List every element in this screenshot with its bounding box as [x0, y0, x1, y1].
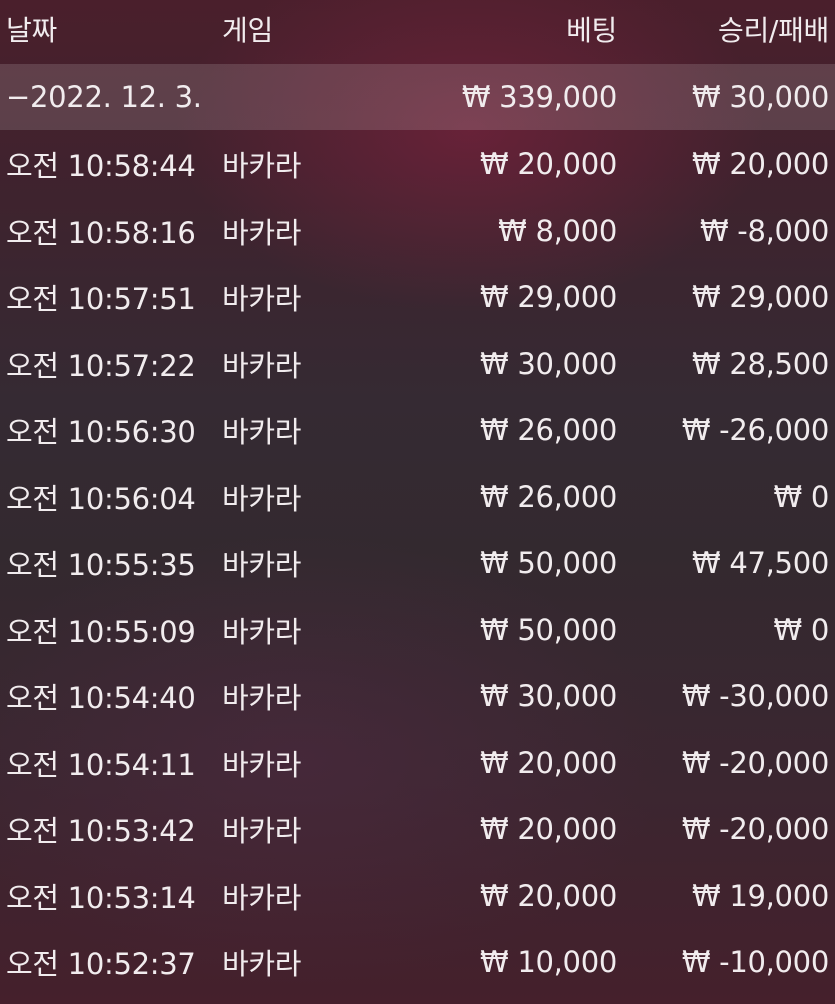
- row-result: ₩ -30,000: [681, 679, 829, 714]
- row-bet: ₩ 29,000: [480, 280, 617, 315]
- group-bet-total: ₩ 339,000: [461, 80, 617, 114]
- row-bet: ₩ 8,000: [498, 213, 617, 248]
- row-game: 바카라: [222, 149, 302, 184]
- header-result[interactable]: 승리/패배: [718, 0, 829, 64]
- row-game: 바카라: [222, 215, 302, 250]
- row-result: ₩ 20,000: [692, 147, 829, 182]
- table-row[interactable]: 오전 10:54:11 바카라 ₩ 20,000 ₩ -20,000: [0, 729, 835, 796]
- row-game: 바카라: [222, 814, 302, 849]
- row-time: 오전 10:54:40: [6, 681, 196, 716]
- table-row[interactable]: 오전 10:57:51 바카라 ₩ 29,000 ₩ 29,000: [0, 263, 835, 330]
- row-result: ₩ -26,000: [681, 413, 829, 448]
- table-row[interactable]: 오전 10:57:22 바카라 ₩ 30,000 ₩ 28,500: [0, 330, 835, 397]
- table-row[interactable]: 오전 10:56:30 바카라 ₩ 26,000 ₩ -26,000: [0, 396, 835, 463]
- row-bet: ₩ 10,000: [480, 945, 617, 980]
- row-bet: ₩ 20,000: [480, 812, 617, 847]
- row-game: 바카라: [222, 548, 302, 583]
- header-bet[interactable]: 베팅: [566, 0, 617, 64]
- table-row[interactable]: 오전 10:54:40 바카라 ₩ 30,000 ₩ -30,000: [0, 662, 835, 729]
- row-bet: ₩ 30,000: [480, 346, 617, 381]
- row-game: 바카라: [222, 481, 302, 516]
- row-time: 오전 10:58:44: [6, 149, 196, 184]
- table-row[interactable]: 오전 10:52:37 바카라 ₩ 10,000 ₩ -10,000: [0, 928, 835, 995]
- table-row[interactable]: 오전 10:55:09 바카라 ₩ 50,000 ₩ 0: [0, 596, 835, 663]
- betting-history-table: 날짜 게임 베팅 승리/패배 −2022. 12. 3. ₩ 339,000 ₩…: [0, 0, 835, 995]
- row-result: ₩ -10,000: [681, 945, 829, 980]
- row-time: 오전 10:57:51: [6, 282, 196, 317]
- row-result: ₩ 47,500: [692, 546, 829, 581]
- table-row[interactable]: 오전 10:55:35 바카라 ₩ 50,000 ₩ 47,500: [0, 529, 835, 596]
- date-group-row[interactable]: −2022. 12. 3. ₩ 339,000 ₩ 30,000: [0, 64, 835, 130]
- row-time: 오전 10:58:16: [6, 215, 196, 250]
- row-result: ₩ 19,000: [692, 878, 829, 913]
- row-bet: ₩ 20,000: [480, 745, 617, 780]
- row-game: 바카라: [222, 947, 302, 982]
- row-bet: ₩ 50,000: [480, 612, 617, 647]
- row-game: 바카라: [222, 282, 302, 317]
- header-date[interactable]: 날짜: [6, 0, 57, 64]
- row-result: ₩ -8,000: [700, 213, 829, 248]
- row-result: ₩ 0: [773, 612, 830, 647]
- table-header: 날짜 게임 베팅 승리/패배: [0, 0, 835, 64]
- table-row[interactable]: 오전 10:53:14 바카라 ₩ 20,000 ₩ 19,000: [0, 862, 835, 929]
- row-time: 오전 10:55:09: [6, 614, 196, 649]
- row-result: ₩ 0: [773, 479, 830, 514]
- row-game: 바카라: [222, 880, 302, 915]
- row-result: ₩ -20,000: [681, 812, 829, 847]
- row-bet: ₩ 20,000: [480, 147, 617, 182]
- row-bet: ₩ 50,000: [480, 546, 617, 581]
- row-game: 바카라: [222, 348, 302, 383]
- row-time: 오전 10:55:35: [6, 548, 196, 583]
- row-game: 바카라: [222, 415, 302, 450]
- row-time: 오전 10:54:11: [6, 747, 196, 782]
- header-game[interactable]: 게임: [222, 0, 273, 64]
- group-date-toggle[interactable]: −2022. 12. 3.: [6, 64, 202, 130]
- table-row[interactable]: 오전 10:58:16 바카라 ₩ 8,000 ₩ -8,000: [0, 197, 835, 264]
- table-row[interactable]: 오전 10:56:04 바카라 ₩ 26,000 ₩ 0: [0, 463, 835, 530]
- row-game: 바카라: [222, 747, 302, 782]
- row-bet: ₩ 20,000: [480, 878, 617, 913]
- row-game: 바카라: [222, 614, 302, 649]
- row-time: 오전 10:52:37: [6, 947, 196, 982]
- row-bet: ₩ 26,000: [480, 413, 617, 448]
- row-time: 오전 10:53:14: [6, 880, 196, 915]
- row-game: 바카라: [222, 681, 302, 716]
- table-row[interactable]: 오전 10:58:44 바카라 ₩ 20,000 ₩ 20,000: [0, 130, 835, 197]
- row-result: ₩ 29,000: [692, 280, 829, 315]
- row-time: 오전 10:57:22: [6, 348, 196, 383]
- row-result: ₩ 28,500: [692, 346, 829, 381]
- row-time: 오전 10:56:04: [6, 481, 196, 516]
- row-time: 오전 10:53:42: [6, 814, 196, 849]
- group-result-total: ₩ 30,000: [692, 80, 829, 114]
- history-rows: 오전 10:58:44 바카라 ₩ 20,000 ₩ 20,000 오전 10:…: [0, 130, 835, 995]
- row-bet: ₩ 30,000: [480, 679, 617, 714]
- row-result: ₩ -20,000: [681, 745, 829, 780]
- table-row[interactable]: 오전 10:53:42 바카라 ₩ 20,000 ₩ -20,000: [0, 795, 835, 862]
- row-bet: ₩ 26,000: [480, 479, 617, 514]
- row-time: 오전 10:56:30: [6, 415, 196, 450]
